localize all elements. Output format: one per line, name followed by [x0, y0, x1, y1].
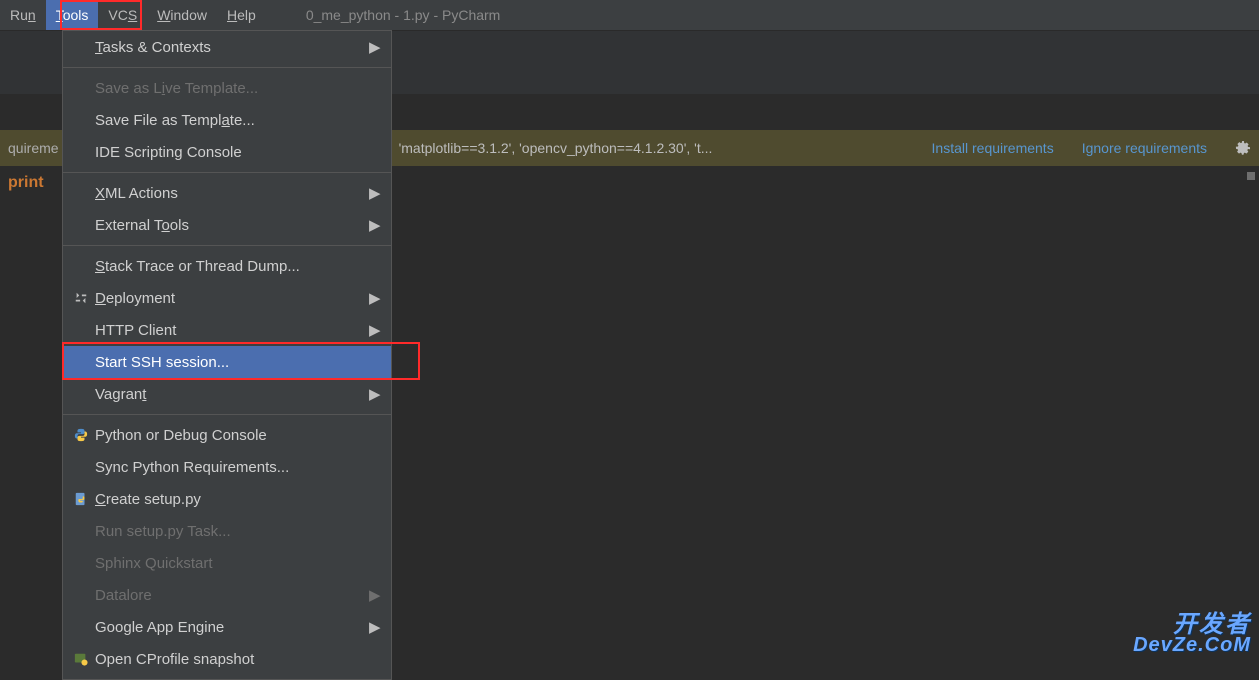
menu-item-deployment[interactable]: Deployment ▶ — [63, 282, 391, 314]
menu-item-datalore[interactable]: Datalore ▶ — [63, 579, 391, 611]
chevron-right-icon: ▶ — [369, 216, 379, 234]
gear-icon[interactable] — [1235, 140, 1251, 156]
menu-item-run-setup[interactable]: Run setup.py Task... — [63, 515, 391, 547]
menu-item-create-setup[interactable]: Create setup.py — [63, 483, 391, 515]
menu-run[interactable]: Run — [0, 0, 46, 30]
ignore-requirements-link[interactable]: Ignore requirements — [1082, 140, 1207, 156]
menu-item-start-ssh-session[interactable]: Start SSH session... — [63, 346, 391, 378]
menu-item-stack-trace[interactable]: Stack Trace or Thread Dump... — [63, 250, 391, 282]
chevron-right-icon: ▶ — [369, 184, 379, 202]
window-title: 0_me_python - 1.py - PyCharm — [306, 7, 501, 23]
separator — [63, 245, 391, 246]
menu-item-cprofile[interactable]: Open CProfile snapshot — [63, 643, 391, 675]
banner-text-left: quireme — [8, 140, 59, 156]
separator — [63, 414, 391, 415]
separator — [63, 67, 391, 68]
menu-vcs[interactable]: VCS — [98, 0, 147, 30]
watermark: 开发者 DevZe.CoM — [1133, 613, 1251, 655]
banner-text-mid: 'matplotlib==3.1.2', 'opencv_python==4.1… — [399, 140, 713, 156]
chevron-right-icon: ▶ — [369, 586, 379, 604]
chevron-right-icon: ▶ — [369, 289, 379, 307]
code-keyword: print — [8, 174, 44, 191]
menu-item-save-file-template[interactable]: Save File as Template... — [63, 104, 391, 136]
menu-help[interactable]: Help — [217, 0, 266, 30]
menu-item-vagrant[interactable]: Vagrant ▶ — [63, 378, 391, 410]
chevron-right-icon: ▶ — [369, 38, 379, 56]
menu-item-tasks[interactable]: Tasks & Contexts ▶ — [63, 31, 391, 63]
menu-item-external-tools[interactable]: External Tools ▶ — [63, 209, 391, 241]
chevron-right-icon: ▶ — [369, 385, 379, 403]
menu-item-sphinx[interactable]: Sphinx Quickstart — [63, 547, 391, 579]
chevron-right-icon: ▶ — [369, 618, 379, 636]
deployment-icon — [73, 290, 95, 306]
chevron-right-icon: ▶ — [369, 321, 379, 339]
profile-icon — [73, 651, 95, 667]
separator — [63, 172, 391, 173]
menu-item-sync-requirements[interactable]: Sync Python Requirements... — [63, 451, 391, 483]
menu-item-ide-scripting[interactable]: IDE Scripting Console — [63, 136, 391, 168]
menu-tools[interactable]: Tools — [46, 0, 99, 30]
install-requirements-link[interactable]: Install requirements — [932, 140, 1054, 156]
menu-item-python-console[interactable]: Python or Debug Console — [63, 419, 391, 451]
menubar: Run Tools VCS Window Help 0_me_python - … — [0, 0, 1259, 30]
python-file-icon — [73, 491, 95, 507]
python-icon — [73, 427, 95, 443]
menu-item-xml-actions[interactable]: XML Actions ▶ — [63, 177, 391, 209]
menu-window[interactable]: Window — [147, 0, 217, 30]
menu-item-http-client[interactable]: HTTP Client ▶ — [63, 314, 391, 346]
tools-dropdown: Tasks & Contexts ▶ Save as Live Template… — [62, 30, 392, 680]
menu-item-google-app-engine[interactable]: Google App Engine ▶ — [63, 611, 391, 643]
watermark-line2: DevZe.CoM — [1133, 635, 1251, 655]
menu-item-save-live-template[interactable]: Save as Live Template... — [63, 72, 391, 104]
scrollbar-marker — [1247, 172, 1255, 180]
